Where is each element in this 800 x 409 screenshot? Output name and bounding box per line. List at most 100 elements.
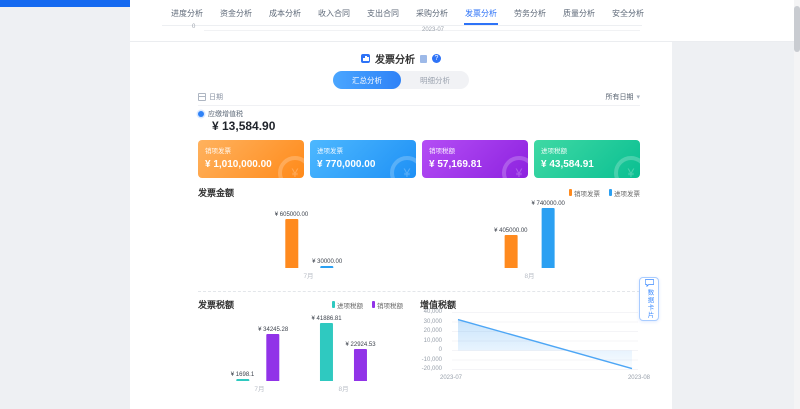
kpi-card-2: 销项税额¥ 57,169.81¥	[422, 140, 528, 178]
document-icon	[420, 55, 427, 63]
kpi-card-label: 进项发票	[317, 145, 409, 155]
bar-value-label: ¥ 740000.00	[532, 201, 565, 207]
bar-group-7月: ¥ 1698.1¥ 34245.287月	[231, 327, 288, 381]
app-window: 进度分析资金分析成本分析收入合同支出合同采购分析发票分析劳务分析质量分析安全分析…	[0, 0, 800, 409]
help-icon[interactable]: ?	[432, 54, 441, 63]
bar-value-label: ¥ 1698.1	[231, 372, 254, 378]
kpi-card-row: 销项发票¥ 1,010,000.00¥进项发票¥ 770,000.00¥销项税额…	[198, 140, 640, 178]
bar-group-7月: ¥ 605000.00¥ 30000.007月	[275, 212, 342, 268]
bar-value-label: ¥ 22924.53	[346, 342, 376, 348]
y-tick-label: -20,000	[412, 365, 442, 375]
nav-tab-3[interactable]: 收入合同	[317, 0, 351, 25]
chevron-down-icon: ▾	[636, 93, 640, 101]
invoice-amount-chart-header: 发票金额 销项发票 进项发票	[198, 186, 640, 199]
date-filter-dropdown[interactable]: 所有日期 ▾	[605, 92, 640, 102]
y-tick-label: 30,000	[412, 318, 442, 328]
legend-label: 销项发票	[574, 188, 600, 198]
summary-kpi-label: 应缴增值税	[198, 109, 243, 119]
scrollbar-thumb[interactable]	[794, 6, 800, 52]
kpi-card-3: 进项税额¥ 43,584.91¥	[534, 140, 640, 178]
bar	[285, 219, 298, 268]
legend-marker	[569, 189, 572, 196]
bar-cell: ¥ 405000.00	[494, 228, 527, 268]
chat-bubble-icon	[645, 279, 654, 287]
bar-cell: ¥ 30000.00	[312, 259, 342, 268]
x-tick-label: 2023-07	[440, 375, 462, 381]
x-tick-label: 8月	[338, 383, 348, 393]
summary-kpi-value: ¥ 13,584.90	[212, 119, 275, 133]
view-toggle-option-0[interactable]: 汇总分析	[333, 71, 401, 89]
bar	[320, 323, 333, 381]
kpi-card-value: ¥ 1,010,000.00	[205, 159, 297, 170]
invoice-amount-chart: ¥ 605000.00¥ 30000.007月¥ 405000.00¥ 7400…	[198, 200, 640, 268]
nav-tab-4[interactable]: 支出合同	[366, 0, 400, 25]
kpi-card-value: ¥ 57,169.81	[429, 159, 521, 170]
legend-item: 进项发票	[609, 188, 640, 198]
kpi-card-label: 销项税额	[429, 145, 521, 155]
kpi-card-value: ¥ 770,000.00	[317, 159, 409, 170]
nav-tab-0[interactable]: 进度分析	[170, 0, 204, 25]
vat-chart-y-axis: 40,00030,00020,00010,0000-10,000-20,000	[412, 308, 442, 375]
bar	[504, 235, 517, 268]
bar-chart-icon	[361, 54, 370, 63]
section-divider	[198, 291, 640, 292]
kpi-card-label: 进项税额	[541, 145, 633, 155]
invoice-tax-chart: ¥ 1698.1¥ 34245.287月¥ 41886.81¥ 22924.53…	[198, 313, 403, 381]
invoice-tax-chart-header: 发票税额 进项税额 销项税额	[198, 298, 403, 311]
bar-cell: ¥ 41886.81	[312, 316, 342, 381]
nav-tab-1[interactable]: 资金分析	[219, 0, 253, 25]
nav-tab-5[interactable]: 采购分析	[415, 0, 449, 25]
kpi-card-1: 进项发票¥ 770,000.00¥	[310, 140, 416, 178]
legend-marker	[372, 301, 375, 308]
page-title: 发票分析	[375, 51, 415, 66]
bar-group-8月: ¥ 405000.00¥ 740000.008月	[494, 201, 565, 268]
vat-line-chart	[452, 310, 638, 372]
chart-legend: 销项发票 进项发票	[569, 188, 640, 198]
page-title-row: 发票分析 ?	[130, 51, 672, 66]
legend-marker	[609, 189, 612, 196]
top-nav-bar: 进度分析资金分析成本分析收入合同支出合同采购分析发票分析劳务分析质量分析安全分析…	[130, 0, 794, 42]
bar	[321, 266, 334, 268]
legend-label: 进项发票	[614, 188, 640, 198]
date-filter-value[interactable]: 所有日期	[605, 92, 633, 102]
kpi-card-0: 销项发票¥ 1,010,000.00¥	[198, 140, 304, 178]
view-toggle-option-1[interactable]: 明细分析	[401, 71, 469, 89]
nav-tab-8[interactable]: 质量分析	[562, 0, 596, 25]
indicator-dot-icon	[198, 111, 204, 117]
legend-item: 进项税额	[332, 300, 363, 310]
side-button-label: 数据卡片	[644, 289, 654, 319]
legend-item: 销项税额	[372, 300, 403, 310]
chevron-down-icon[interactable]: ⌄	[628, 6, 636, 17]
legend-item: 销项发票	[569, 188, 600, 198]
scrollbar-track[interactable]	[794, 0, 800, 409]
view-toggle: 汇总分析明细分析	[333, 71, 469, 89]
chart-title: 发票金额	[198, 186, 234, 199]
nav-tab-6[interactable]: 发票分析	[464, 0, 498, 25]
y-tick-label: 40,000	[412, 308, 442, 318]
chart-legend: 进项税额 销项税额	[332, 300, 403, 310]
nav-tab-2[interactable]: 成本分析	[268, 0, 302, 25]
bar-value-label: ¥ 605000.00	[275, 212, 308, 218]
bar-group-8月: ¥ 41886.81¥ 22924.538月	[312, 316, 376, 381]
nav-tab-7[interactable]: 劳务分析	[513, 0, 547, 25]
y-tick-label: 20,000	[412, 327, 442, 337]
x-tick-label: 7月	[303, 270, 313, 280]
date-filter-label: 日期	[198, 92, 223, 102]
legend-label: 销项税额	[377, 300, 403, 310]
data-card-side-button[interactable]: 数据卡片	[639, 277, 659, 321]
chart-title: 发票税额	[198, 298, 234, 311]
y-tick-label: 0	[412, 346, 442, 356]
x-tick-label: 7月	[254, 383, 264, 393]
bar-cell: ¥ 1698.1	[231, 372, 254, 381]
bar-cell: ¥ 34245.28	[258, 327, 288, 381]
y-tick-label: -10,000	[412, 356, 442, 366]
bar-cell: ¥ 22924.53	[346, 342, 376, 381]
bar	[354, 349, 367, 381]
bar	[267, 334, 280, 381]
legend-label: 进项税额	[337, 300, 363, 310]
remnant-x-label: 2023-07	[422, 27, 444, 33]
filter-bar: 日期 所有日期 ▾	[198, 89, 640, 106]
nav-tabs: 进度分析资金分析成本分析收入合同支出合同采购分析发票分析劳务分析质量分析安全分析	[170, 0, 645, 25]
bar-cell: ¥ 605000.00	[275, 212, 308, 268]
x-tick-label: 2023-08	[628, 375, 650, 381]
